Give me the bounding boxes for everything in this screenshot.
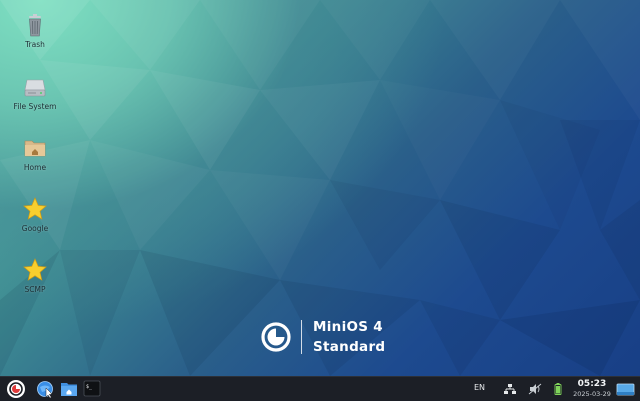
volume-indicator[interactable]: [527, 379, 543, 399]
desktop-icon-home[interactable]: Home: [6, 135, 64, 172]
desktop-icon-label: File System: [6, 102, 64, 111]
start-menu-button[interactable]: [6, 379, 26, 399]
keyboard-layout-indicator[interactable]: EN: [474, 383, 485, 392]
desktop-icon-file-system[interactable]: File System: [6, 74, 64, 111]
minios-logo-icon: [260, 321, 292, 353]
os-branding: MiniOS 4 Standard: [260, 318, 400, 358]
show-desktop-button[interactable]: [616, 379, 636, 399]
terminal-launcher[interactable]: $_: [83, 379, 103, 399]
home-folder-icon: [22, 135, 48, 161]
battery-icon: [552, 379, 564, 399]
network-indicator[interactable]: [502, 379, 518, 399]
network-icon: [502, 379, 518, 399]
desktop-icon-label: Trash: [6, 40, 64, 49]
star-icon: [22, 196, 48, 222]
clock-date[interactable]: 2025-03-29: [571, 390, 613, 398]
os-name: MiniOS 4: [313, 319, 383, 335]
drive-icon: [22, 74, 48, 100]
desktop-icon-trash[interactable]: Trash: [6, 12, 64, 49]
browser-launcher[interactable]: [35, 379, 55, 399]
volume-muted-icon: [527, 379, 543, 399]
star-icon: [22, 257, 48, 283]
file-manager-launcher[interactable]: [59, 379, 79, 399]
battery-indicator[interactable]: [552, 379, 564, 399]
desktop-icon-google[interactable]: Google: [6, 196, 64, 233]
desktop-icon-label: SCMP: [6, 285, 64, 294]
terminal-glyph: $_: [86, 384, 93, 390]
clock-time[interactable]: 05:23: [573, 379, 611, 389]
trash-icon: [22, 12, 48, 38]
desktop-icon-scmp[interactable]: SCMP: [6, 257, 64, 294]
desktop[interactable]: Trash File System Home Google SCMP: [0, 0, 640, 376]
terminal-icon: $_: [83, 379, 103, 399]
desktop-icon-label: Google: [6, 224, 64, 233]
minios-logo-icon: [6, 379, 26, 399]
browser-icon: [35, 379, 55, 399]
show-desktop-icon: [616, 379, 636, 399]
taskbar: $_ EN 05:23 2025-03-29: [0, 376, 640, 401]
desktop-icon-label: Home: [6, 163, 64, 172]
file-manager-icon: [59, 379, 79, 399]
branding-divider: [301, 320, 302, 354]
os-edition: Standard: [313, 339, 385, 355]
